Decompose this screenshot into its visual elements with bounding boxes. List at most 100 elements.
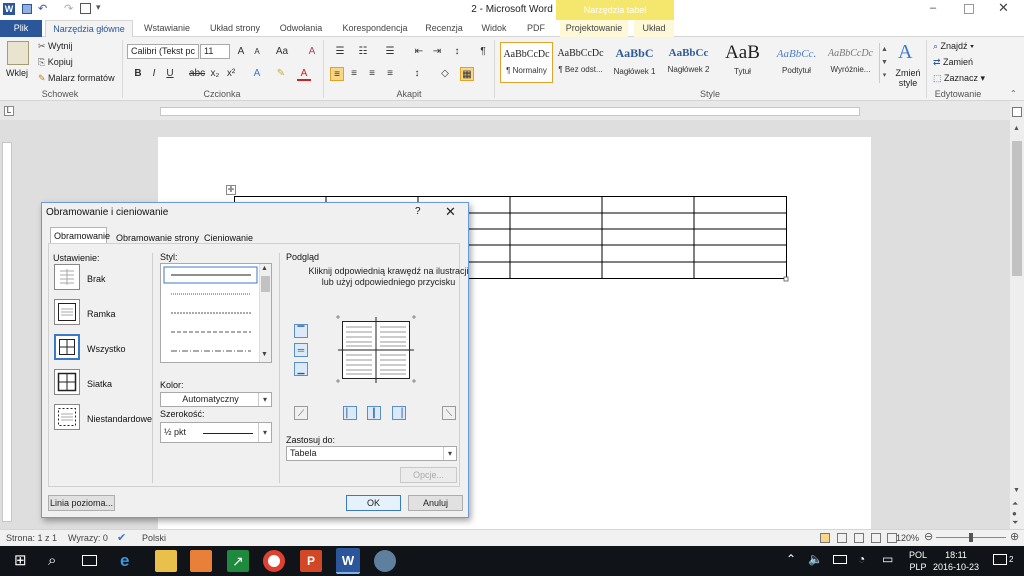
top-border-icon[interactable]: ▔ bbox=[294, 324, 308, 338]
setting-all-icon[interactable] bbox=[54, 334, 80, 360]
zoom-slider-thumb[interactable] bbox=[969, 533, 973, 542]
input-language[interactable]: POL PLP bbox=[909, 549, 927, 573]
ruler-toggle-icon[interactable] bbox=[1012, 107, 1022, 117]
justify-icon[interactable]: ≡ bbox=[383, 67, 397, 81]
network-icon[interactable]: ▭ bbox=[882, 552, 893, 566]
decrease-indent-icon[interactable]: ⇤ bbox=[412, 45, 426, 59]
help-button[interactable]: ? bbox=[415, 206, 421, 217]
tab-page-layout[interactable]: Układ strony bbox=[204, 20, 266, 37]
prev-page-icon[interactable]: ⏶ bbox=[1012, 499, 1018, 509]
table-move-handle-icon[interactable]: ✛ bbox=[226, 185, 236, 195]
tab-table-design[interactable]: Projektowanie bbox=[560, 20, 628, 37]
scroll-up-icon[interactable]: ▲ bbox=[1013, 125, 1020, 132]
options-button[interactable]: Opcje... bbox=[400, 467, 457, 483]
close-dialog-icon[interactable]: ✕ bbox=[445, 204, 456, 220]
highlight-icon[interactable]: ✎ bbox=[274, 67, 288, 81]
proofing-icon[interactable]: ✔ bbox=[117, 531, 126, 544]
setting-grid-label[interactable]: Siatka bbox=[87, 379, 112, 389]
replace-button[interactable]: ⇄ Zamień bbox=[933, 57, 973, 68]
multilevel-list-icon[interactable]: ☰ bbox=[383, 45, 397, 59]
zoom-out-icon[interactable]: ⊖ bbox=[924, 530, 933, 543]
change-styles-icon[interactable]: A bbox=[898, 41, 912, 64]
ok-button[interactable]: OK bbox=[346, 495, 401, 511]
diagonal-down-icon[interactable]: ⟋ bbox=[294, 406, 308, 420]
sort-icon[interactable]: ↕ bbox=[450, 45, 464, 59]
wifi-icon[interactable]: ◔ bbox=[858, 552, 865, 566]
setting-all-label[interactable]: Wszystko bbox=[87, 344, 126, 354]
superscript-icon[interactable]: x² bbox=[224, 67, 238, 81]
horizontal-line-button[interactable]: Linia pozioma... bbox=[48, 495, 115, 511]
bottom-border-icon[interactable]: ▁ bbox=[294, 362, 308, 376]
setting-box-label[interactable]: Ramka bbox=[87, 309, 116, 319]
tab-home[interactable]: Narzędzia główne bbox=[45, 20, 133, 37]
change-case-icon[interactable]: Aa bbox=[275, 45, 289, 59]
file-explorer-icon[interactable] bbox=[155, 550, 177, 572]
middle-border-icon[interactable]: ═ bbox=[294, 343, 308, 357]
outline-view-icon[interactable] bbox=[871, 533, 881, 543]
volume-icon[interactable]: 🔈 bbox=[808, 552, 823, 566]
task-view-icon[interactable] bbox=[82, 555, 97, 566]
style-title[interactable]: AaB Tytuł bbox=[716, 42, 769, 83]
style-heading-1[interactable]: AaBbC Nagłówek 1 bbox=[608, 42, 661, 83]
align-center-icon[interactable]: ≡ bbox=[347, 67, 361, 81]
clear-format-icon[interactable]: A bbox=[305, 45, 319, 59]
diagonal-up-icon[interactable]: ⟍ bbox=[442, 406, 456, 420]
setting-custom-label[interactable]: Niestandardowe bbox=[87, 414, 152, 424]
style-no-spacing[interactable]: AaBbCcDc ¶ Bez odst... bbox=[554, 42, 607, 83]
shrink-font-icon[interactable]: A bbox=[250, 45, 264, 59]
browse-object-icon[interactable]: ● bbox=[1012, 509, 1017, 518]
tab-review[interactable]: Recenzja bbox=[420, 20, 468, 37]
bold-icon[interactable]: B bbox=[131, 67, 145, 81]
font-name-input[interactable]: Calibri (Tekst pc bbox=[127, 44, 199, 59]
tab-insert[interactable]: Wstawianie bbox=[138, 20, 196, 37]
app-icon[interactable] bbox=[374, 550, 396, 572]
tab-view[interactable]: Widok bbox=[475, 20, 513, 37]
word-count[interactable]: Wyrazy: 0 bbox=[68, 533, 108, 543]
clock[interactable]: 18:11 2016-10-23 bbox=[930, 549, 982, 573]
setting-none-icon[interactable] bbox=[54, 264, 80, 290]
tab-mailings[interactable]: Korespondencja bbox=[337, 20, 413, 37]
close-window-icon[interactable]: ✕ bbox=[998, 0, 1009, 16]
cancel-button[interactable]: Anuluj bbox=[408, 495, 463, 511]
increase-indent-icon[interactable]: ⇥ bbox=[430, 45, 444, 59]
center-border-icon[interactable]: ┃ bbox=[367, 406, 381, 420]
scroll-down-icon[interactable]: ▼ bbox=[1013, 487, 1020, 494]
battery-icon[interactable] bbox=[833, 555, 847, 564]
paste-icon[interactable] bbox=[7, 41, 29, 65]
select-button[interactable]: ⬚ Zaznacz ▾ bbox=[933, 73, 985, 84]
left-border-icon[interactable]: ▏ bbox=[343, 406, 357, 420]
style-scroll-up-icon[interactable]: ▲ bbox=[261, 265, 268, 272]
grow-font-icon[interactable]: A bbox=[234, 45, 248, 59]
copy-button[interactable]: ⎘ Kopiuj bbox=[38, 57, 73, 68]
minimize-icon[interactable]: – bbox=[930, 2, 936, 14]
style-list-scrollbar[interactable]: ▲ ▼ bbox=[259, 264, 271, 362]
zoom-in-icon[interactable]: ⊕ bbox=[1010, 530, 1019, 543]
paste-button[interactable]: Wklej bbox=[6, 68, 28, 78]
powerpoint-icon[interactable]: P bbox=[300, 550, 322, 572]
web-layout-view-icon[interactable] bbox=[854, 533, 864, 543]
action-center-icon[interactable] bbox=[993, 554, 1007, 565]
restore-icon[interactable] bbox=[964, 4, 974, 14]
apply-to-select[interactable]: Tabela ▾ bbox=[286, 446, 457, 461]
font-size-input[interactable]: 11 bbox=[200, 44, 230, 59]
chrome-icon[interactable] bbox=[263, 550, 285, 572]
subscript-icon[interactable]: x₂ bbox=[208, 67, 222, 81]
setting-custom-icon[interactable] bbox=[54, 404, 80, 430]
print-layout-view-icon[interactable] bbox=[820, 533, 830, 543]
borders-icon[interactable]: ▦ bbox=[460, 67, 474, 81]
next-page-icon[interactable]: ⏷ bbox=[1012, 518, 1018, 528]
border-style-list[interactable]: ▲ ▼ bbox=[160, 263, 272, 363]
horizontal-ruler[interactable] bbox=[160, 107, 860, 116]
align-left-icon[interactable]: ≡ bbox=[330, 67, 344, 81]
text-effects-icon[interactable]: A bbox=[250, 67, 264, 81]
setting-grid-icon[interactable] bbox=[54, 369, 80, 395]
vertical-scrollbar[interactable]: ▲ ▼ ⏶ ● ⏷ bbox=[1010, 101, 1024, 529]
line-spacing-icon[interactable]: ↕ bbox=[410, 67, 424, 81]
scroll-thumb[interactable] bbox=[1012, 141, 1022, 276]
style-normal[interactable]: AaBbCcDc ¶ Normalny bbox=[500, 42, 553, 83]
bullets-icon[interactable]: ☰ bbox=[333, 45, 347, 59]
italic-icon[interactable]: I bbox=[147, 67, 161, 81]
style-scroll-thumb[interactable] bbox=[261, 276, 270, 292]
strikethrough-icon[interactable]: abc bbox=[189, 67, 205, 81]
page-count[interactable]: Strona: 1 z 1 bbox=[6, 533, 57, 543]
